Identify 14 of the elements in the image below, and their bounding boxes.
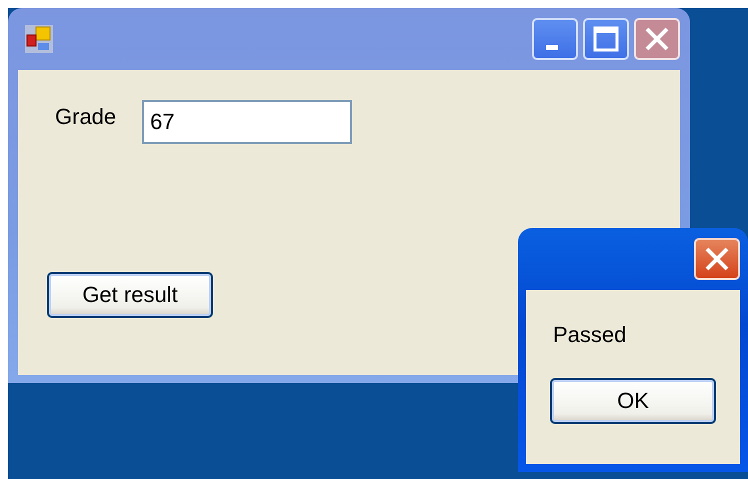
minimize-button[interactable] <box>532 18 578 60</box>
close-button[interactable] <box>634 18 680 60</box>
minimize-icon <box>546 44 558 50</box>
grade-label: Grade <box>55 104 116 130</box>
grade-field[interactable]: 67 <box>142 100 352 144</box>
message-text: Passed <box>553 322 628 348</box>
close-button[interactable] <box>694 238 740 280</box>
app-icon <box>24 24 54 54</box>
maximize-icon <box>593 26 619 52</box>
maximize-button[interactable] <box>583 18 629 60</box>
close-icon <box>644 26 670 52</box>
ok-button[interactable]: OK <box>550 378 716 424</box>
close-icon <box>704 246 730 272</box>
get-result-button[interactable]: Get result <box>47 272 213 318</box>
